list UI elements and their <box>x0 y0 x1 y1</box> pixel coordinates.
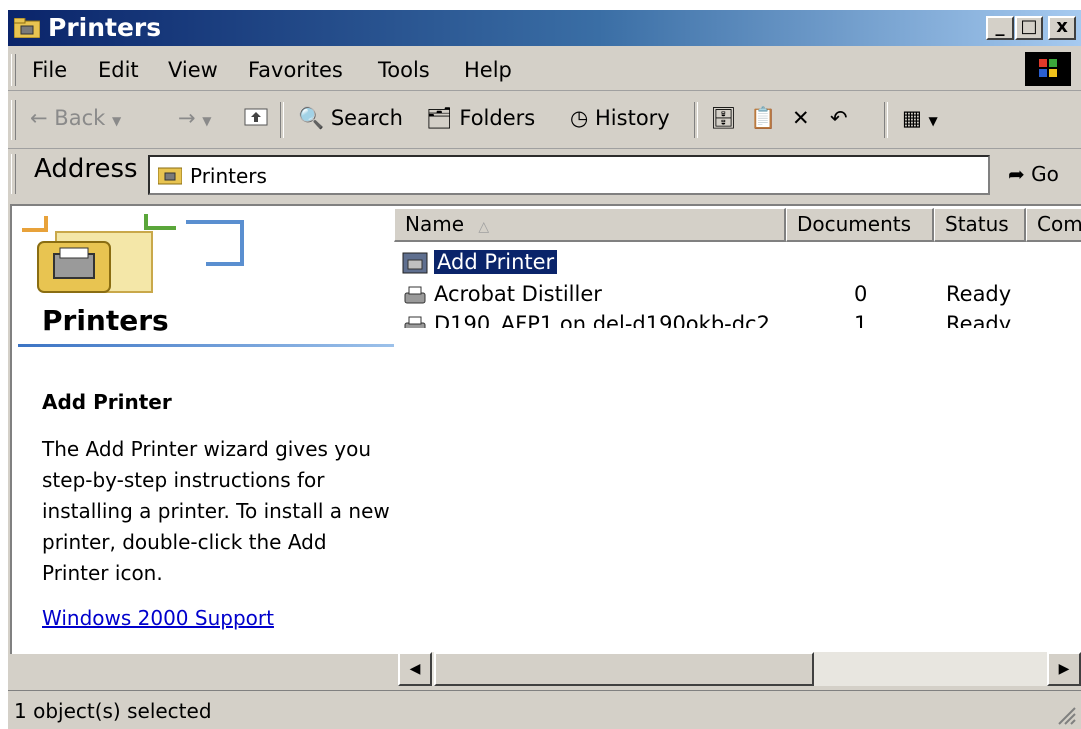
scroll-right-button[interactable]: ▶ <box>1047 652 1081 686</box>
maximize-button[interactable]: □ <box>1015 16 1043 40</box>
window-title: Printers <box>48 13 162 42</box>
menu-grip[interactable] <box>11 54 16 86</box>
forward-arrow-icon: → <box>178 106 196 130</box>
printer-list: Name △ Documents Status Com Add Printer … <box>394 206 1081 654</box>
folders-icon: 🗂 <box>426 106 453 130</box>
printer-documents: 0 <box>854 282 868 306</box>
minimize-button[interactable]: _ <box>986 16 1014 40</box>
move-to-icon: 🗄 <box>710 106 737 130</box>
printer-icon <box>404 286 426 304</box>
go-label: Go <box>1031 162 1059 186</box>
windows-logo-icon <box>1025 52 1071 86</box>
column-header-comments[interactable]: Com <box>1026 208 1081 242</box>
views-icon: ▦ <box>902 106 922 130</box>
web-view-pane: Printers Add Printer The Add Printer wiz… <box>12 206 394 654</box>
scroll-thumb[interactable] <box>434 652 814 686</box>
column-header-name[interactable]: Name △ <box>394 208 786 242</box>
pane-title: Printers <box>42 304 169 337</box>
back-button[interactable]: ← Back ▼ <box>30 106 121 130</box>
printer-name: Acrobat Distiller <box>434 282 602 306</box>
list-item-network-printer[interactable]: D190_AFP1 on del-d190okb-dc2 1 Ready <box>394 310 1081 328</box>
printer-documents: 1 <box>854 312 868 328</box>
column-header-status[interactable]: Status <box>934 208 1026 242</box>
menu-view[interactable]: View <box>168 58 218 82</box>
printers-folder-icon <box>158 167 182 185</box>
printer-status: Ready <box>946 282 1012 306</box>
address-bar: Address Printers ▼ ➦ Go <box>8 150 1081 202</box>
title-bar[interactable]: Printers _ □ x <box>8 10 1081 46</box>
up-folder-icon <box>244 108 268 126</box>
forward-dropdown-icon: ▼ <box>202 114 212 128</box>
list-item-acrobat-distiller[interactable]: Acrobat Distiller 0 Ready <box>394 280 1081 310</box>
printer-name: D190_AFP1 on del-d190okb-dc2 <box>434 312 770 328</box>
back-dropdown-icon: ▼ <box>111 114 122 128</box>
windows-support-link[interactable]: Windows 2000 Support <box>42 606 274 630</box>
go-button[interactable]: ➦ Go <box>1008 162 1059 186</box>
undo-button[interactable]: ↶ <box>830 106 848 130</box>
back-arrow-icon: ← <box>30 106 48 130</box>
menu-file[interactable]: File <box>32 58 67 82</box>
views-dropdown-icon: ▼ <box>928 114 938 128</box>
history-label: History <box>595 106 670 130</box>
menu-bar: File Edit View Favorites Tools Help <box>8 50 1081 91</box>
scroll-left-icon: ◀ <box>409 661 421 677</box>
list-item-add-printer[interactable]: Add Printer <box>394 248 1081 278</box>
search-button[interactable]: 🔍 Search <box>298 106 403 131</box>
folders-button[interactable]: 🗂 Folders <box>426 106 535 131</box>
network-printer-icon <box>404 316 426 328</box>
history-button[interactable]: ◷ History <box>570 106 670 130</box>
status-bar: 1 object(s) selected <box>8 690 1081 729</box>
undo-icon: ↶ <box>830 106 848 130</box>
forward-button[interactable]: → ▼ <box>178 106 212 130</box>
resize-grip-icon[interactable] <box>1055 704 1077 726</box>
add-printer-icon <box>402 252 428 274</box>
close-button[interactable]: x <box>1048 16 1076 40</box>
toolbar-grip[interactable] <box>11 100 16 140</box>
column-name-label: Name <box>405 212 465 236</box>
toolbar-separator <box>694 102 698 138</box>
selection-heading: Add Printer <box>42 390 172 414</box>
menu-help[interactable]: Help <box>464 58 512 82</box>
printer-status: Ready <box>946 312 1012 328</box>
toolbar-separator <box>280 102 284 138</box>
scroll-right-icon: ▶ <box>1058 661 1070 677</box>
back-label: Back <box>54 106 106 130</box>
column-header-documents[interactable]: Documents <box>786 208 934 242</box>
printers-folder-icon <box>14 18 40 38</box>
views-button[interactable]: ▦ ▼ <box>902 106 938 130</box>
standard-toolbar: ← Back ▼ → ▼ 🔍 Search 🗂 Folders ◷ Histor… <box>8 92 1081 149</box>
go-arrow-icon: ➦ <box>1008 162 1025 186</box>
horizontal-scrollbar[interactable]: ◀ ▶ <box>398 652 1081 686</box>
status-text: 1 object(s) selected <box>14 699 212 723</box>
selection-description: The Add Printer wizard gives you step-by… <box>42 437 390 585</box>
up-folder-button[interactable] <box>244 106 268 131</box>
search-icon: 🔍 <box>298 106 325 130</box>
history-icon: ◷ <box>570 106 589 130</box>
printers-window: Printers _ □ x File Edit View Favorites … <box>8 10 1081 729</box>
folders-label: Folders <box>459 106 536 130</box>
scroll-left-button[interactable]: ◀ <box>398 652 432 686</box>
menu-tools[interactable]: Tools <box>378 58 430 82</box>
address-field[interactable]: Printers ▼ <box>148 155 990 195</box>
address-value: Printers <box>190 164 267 188</box>
pane-divider <box>18 344 394 347</box>
address-grip[interactable] <box>11 154 16 194</box>
menu-edit[interactable]: Edit <box>98 58 139 82</box>
toolbar-separator <box>884 102 888 138</box>
copy-to-button[interactable]: 📋 <box>750 106 776 131</box>
copy-to-icon: 📋 <box>750 106 777 130</box>
content-area: Printers Add Printer The Add Printer wiz… <box>10 204 1081 654</box>
delete-icon: ✕ <box>792 106 810 130</box>
address-label: Address <box>34 154 138 184</box>
search-label: Search <box>330 106 403 130</box>
printer-folder-banner-icon <box>22 214 244 293</box>
printer-name: Add Printer <box>434 250 558 274</box>
delete-button[interactable]: ✕ <box>792 106 810 130</box>
move-to-button[interactable]: 🗄 <box>710 106 737 131</box>
menu-favorites[interactable]: Favorites <box>248 58 343 82</box>
sort-ascending-icon: △ <box>478 219 490 235</box>
